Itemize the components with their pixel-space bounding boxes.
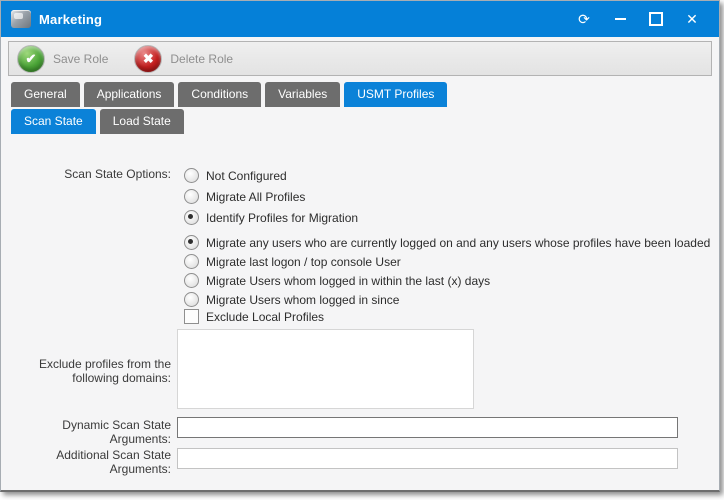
radio-label: Identify Profiles for Migration <box>206 211 358 225</box>
radio-identify-profiles[interactable]: Identify Profiles for Migration <box>184 210 358 225</box>
radio-icon <box>184 254 199 269</box>
dynamic-args-label: Dynamic Scan State Arguments: <box>1 418 173 446</box>
additional-args-label: Additional Scan State Arguments: <box>1 448 173 476</box>
exclude-domains-label: Exclude profiles from the following doma… <box>1 357 173 385</box>
checkbox-label: Exclude Local Profiles <box>206 310 324 324</box>
scan-state-form: Scan State Options: Not Configured Migra… <box>1 1 719 490</box>
radio-icon <box>184 210 199 225</box>
radio-migrate-last-logon[interactable]: Migrate last logon / top console User <box>184 254 401 269</box>
radio-migrate-last-x-days[interactable]: Migrate Users whom logged in within the … <box>184 273 490 288</box>
radio-icon <box>184 189 199 204</box>
radio-label: Migrate Users whom logged in since <box>206 293 399 307</box>
radio-icon <box>184 292 199 307</box>
radio-icon <box>184 235 199 250</box>
dynamic-args-input[interactable] <box>177 417 678 438</box>
radio-label: Not Configured <box>206 169 287 183</box>
radio-label: Migrate All Profiles <box>206 190 305 204</box>
checkbox-icon <box>184 309 199 324</box>
radio-migrate-all-profiles[interactable]: Migrate All Profiles <box>184 189 305 204</box>
dialog-window: Marketing ⟳ ✕ ✔ Save Role ✖ Delete Role … <box>0 0 720 492</box>
radio-migrate-logged-in-since[interactable]: Migrate Users whom logged in since <box>184 292 399 307</box>
radio-icon <box>184 273 199 288</box>
radio-icon <box>184 168 199 183</box>
radio-label: Migrate any users who are currently logg… <box>206 236 710 250</box>
radio-label: Migrate Users whom logged in within the … <box>206 274 490 288</box>
radio-not-configured[interactable]: Not Configured <box>184 168 287 183</box>
radio-label: Migrate last logon / top console User <box>206 255 401 269</box>
exclude-domains-textarea[interactable] <box>177 329 474 409</box>
additional-args-input[interactable] <box>177 448 678 469</box>
checkbox-exclude-local-profiles[interactable]: Exclude Local Profiles <box>184 309 324 324</box>
radio-migrate-logged-on-users[interactable]: Migrate any users who are currently logg… <box>184 235 710 250</box>
scan-state-options-label: Scan State Options: <box>1 167 173 181</box>
